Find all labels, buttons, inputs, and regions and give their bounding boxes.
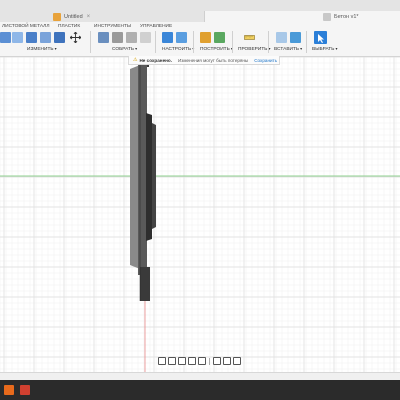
ribbon-separator	[268, 31, 269, 53]
tab-label: Untitled	[64, 13, 83, 20]
ribbon-separator	[232, 31, 233, 53]
ribbon-separator	[193, 31, 194, 53]
display-settings-icon[interactable]	[213, 357, 221, 365]
document-icon	[53, 12, 61, 21]
model-body[interactable]	[130, 57, 156, 301]
viewport-canvas[interactable]	[0, 56, 400, 372]
tab-untitled[interactable]: Untitled ×	[53, 11, 123, 22]
plane-at-angle-icon[interactable]	[214, 32, 225, 43]
measure-icon[interactable]	[244, 32, 255, 43]
app-icon-fusion[interactable]	[4, 385, 14, 395]
look-at-icon[interactable]	[168, 357, 176, 365]
group-construct[interactable]: ПОСТРОИТЬ	[200, 46, 233, 52]
group-assemble[interactable]: СОБРАТЬ	[112, 46, 137, 52]
fillet-icon[interactable]	[12, 32, 23, 43]
select-icon[interactable]	[314, 31, 327, 44]
configure-table-icon[interactable]	[162, 32, 173, 43]
tab-active-document[interactable]: Бетон v1*	[204, 11, 400, 22]
windows-taskbar	[0, 380, 400, 400]
navigation-bar	[158, 356, 241, 366]
joint-origin-icon[interactable]	[140, 32, 151, 43]
ribbon-tab-sheet-metal[interactable]: ЛИСТОВОЙ МЕТАЛЛ	[2, 24, 49, 29]
new-component-icon[interactable]	[98, 32, 109, 43]
document-tab-strip: Untitled × Бетон v1*	[0, 0, 400, 23]
model-bottom-shaft	[140, 267, 150, 301]
fit-icon[interactable]	[198, 357, 206, 365]
group-select[interactable]: ВЫБРАТЬ	[312, 46, 338, 52]
ribbon-separator	[90, 31, 91, 53]
nav-separator	[209, 357, 210, 365]
group-modify[interactable]: ИЗМЕНИТЬ	[27, 46, 57, 52]
ribbon-tab-plastic[interactable]: ПЛАСТИК	[58, 24, 80, 29]
ground-grid	[0, 56, 400, 372]
chamfer-icon[interactable]	[26, 32, 37, 43]
zoom-icon[interactable]	[188, 357, 196, 365]
ribbon-tab-tools[interactable]: ИНСТРУМЕНТЫ	[94, 24, 131, 29]
as-built-joint-icon[interactable]	[126, 32, 137, 43]
notice-status: Не сохранено.	[139, 57, 172, 63]
shell-icon[interactable]	[40, 32, 51, 43]
ribbon-tab-manage[interactable]: УПРАВЛЕНИЕ	[140, 24, 172, 29]
move-icon[interactable]	[69, 31, 82, 44]
model-disc-hub-ring	[146, 113, 152, 241]
grid-settings-icon[interactable]	[223, 357, 231, 365]
group-insert[interactable]: ВСТАВИТЬ	[274, 46, 302, 52]
model-disc-face	[138, 61, 147, 275]
model-disc-inner-ring	[152, 123, 156, 229]
offset-plane-icon[interactable]	[200, 32, 211, 43]
insert-canvas-icon[interactable]	[290, 32, 301, 43]
ribbon-separator	[306, 31, 307, 53]
close-icon[interactable]: ×	[87, 14, 91, 20]
scale-icon[interactable]	[54, 32, 65, 43]
tab-label: Бетон v1*	[334, 13, 359, 20]
save-link[interactable]: Сохранить	[254, 58, 277, 63]
pan-icon[interactable]	[178, 357, 186, 365]
configure-rule-icon[interactable]	[176, 32, 187, 43]
insert-derive-icon[interactable]	[276, 32, 287, 43]
press-pull-icon[interactable]	[0, 32, 11, 43]
ribbon-separator	[155, 31, 156, 53]
notice-message: Изменения могут быть потеряны	[177, 57, 249, 63]
toolbar-ribbon: ЛИСТОВОЙ МЕТАЛЛ ПЛАСТИК ИНСТРУМЕНТЫ УПРА…	[0, 22, 400, 57]
document-icon	[323, 12, 331, 21]
group-inspect[interactable]: ПРОВЕРИТЬ	[238, 46, 271, 52]
warning-icon: ⚠	[133, 57, 138, 63]
orbit-icon[interactable]	[158, 357, 166, 365]
group-configure[interactable]: НАСТРОИТЬ	[162, 46, 194, 52]
unsaved-notice: ⚠ Не сохранено. Изменения могут быть пот…	[128, 56, 280, 65]
joint-icon[interactable]	[112, 32, 123, 43]
app-icon-secondary[interactable]	[20, 385, 30, 395]
viewport-settings-icon[interactable]	[233, 357, 241, 365]
